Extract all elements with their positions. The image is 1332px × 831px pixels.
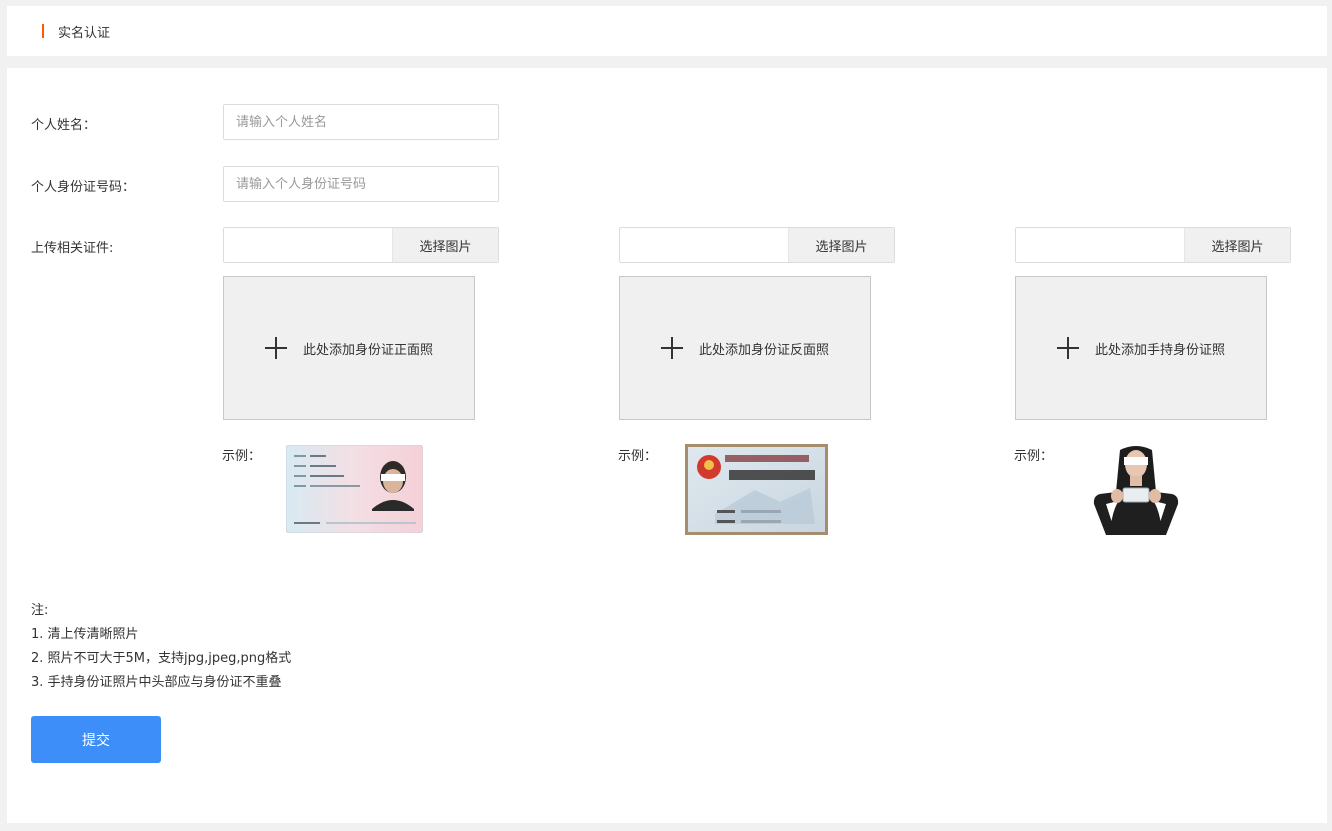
drop-zone-handheld-text: 此处添加手持身份证照 <box>1094 342 1225 358</box>
drop-zone-back[interactable]: 此处添加身份证反面照 <box>619 276 871 420</box>
page-header: 实名认证 <box>7 6 1327 56</box>
example-id-front-image <box>286 445 423 533</box>
example-handheld-image <box>1090 444 1182 535</box>
file-picker-back[interactable]: 选择图片 <box>619 227 895 263</box>
upload-label: 上传相关证件: <box>31 241 114 256</box>
title-accent-bar <box>42 24 44 38</box>
file-picker-front[interactable]: 选择图片 <box>223 227 499 263</box>
note-item: 3. 手持身份证照片中头部应与身份证不重叠 <box>31 675 282 690</box>
example-id-back-image <box>685 444 828 535</box>
drop-zone-back-text: 此处添加身份证反面照 <box>698 342 829 358</box>
name-input[interactable] <box>223 104 499 140</box>
notes-title: 注: <box>31 603 49 618</box>
submit-button[interactable]: 提交 <box>31 716 161 763</box>
drop-zone-front[interactable]: 此处添加身份证正面照 <box>223 276 475 420</box>
plus-icon <box>660 337 683 359</box>
choose-image-button-handheld[interactable]: 选择图片 <box>1184 228 1290 262</box>
id-number-input[interactable] <box>223 166 499 202</box>
notes-section: 注: 1. 清上传清晰照片 2. 照片不可大于5M，支持jpg,jpeg,png… <box>31 599 291 695</box>
plus-icon <box>1056 337 1079 359</box>
id-number-label: 个人身份证号码： <box>31 180 136 195</box>
page-title: 实名认证 <box>58 26 111 41</box>
plus-icon <box>264 337 287 359</box>
verification-form: 个人姓名： 个人身份证号码： 上传相关证件: 选择图片 此处添加身份证正面照 示… <box>7 68 1327 823</box>
note-item: 2. 照片不可大于5M，支持jpg,jpeg,png格式 <box>31 651 292 666</box>
example-label-handheld: 示例： <box>1014 449 1054 464</box>
name-label: 个人姓名： <box>31 118 97 133</box>
example-label-front: 示例： <box>222 449 262 464</box>
drop-zone-front-text: 此处添加身份证正面照 <box>302 342 433 358</box>
example-label-back: 示例： <box>618 449 658 464</box>
file-picker-handheld[interactable]: 选择图片 <box>1015 227 1291 263</box>
drop-zone-handheld[interactable]: 此处添加手持身份证照 <box>1015 276 1267 420</box>
choose-image-button-front[interactable]: 选择图片 <box>392 228 498 262</box>
note-item: 1. 清上传清晰照片 <box>31 627 139 642</box>
choose-image-button-back[interactable]: 选择图片 <box>788 228 894 262</box>
